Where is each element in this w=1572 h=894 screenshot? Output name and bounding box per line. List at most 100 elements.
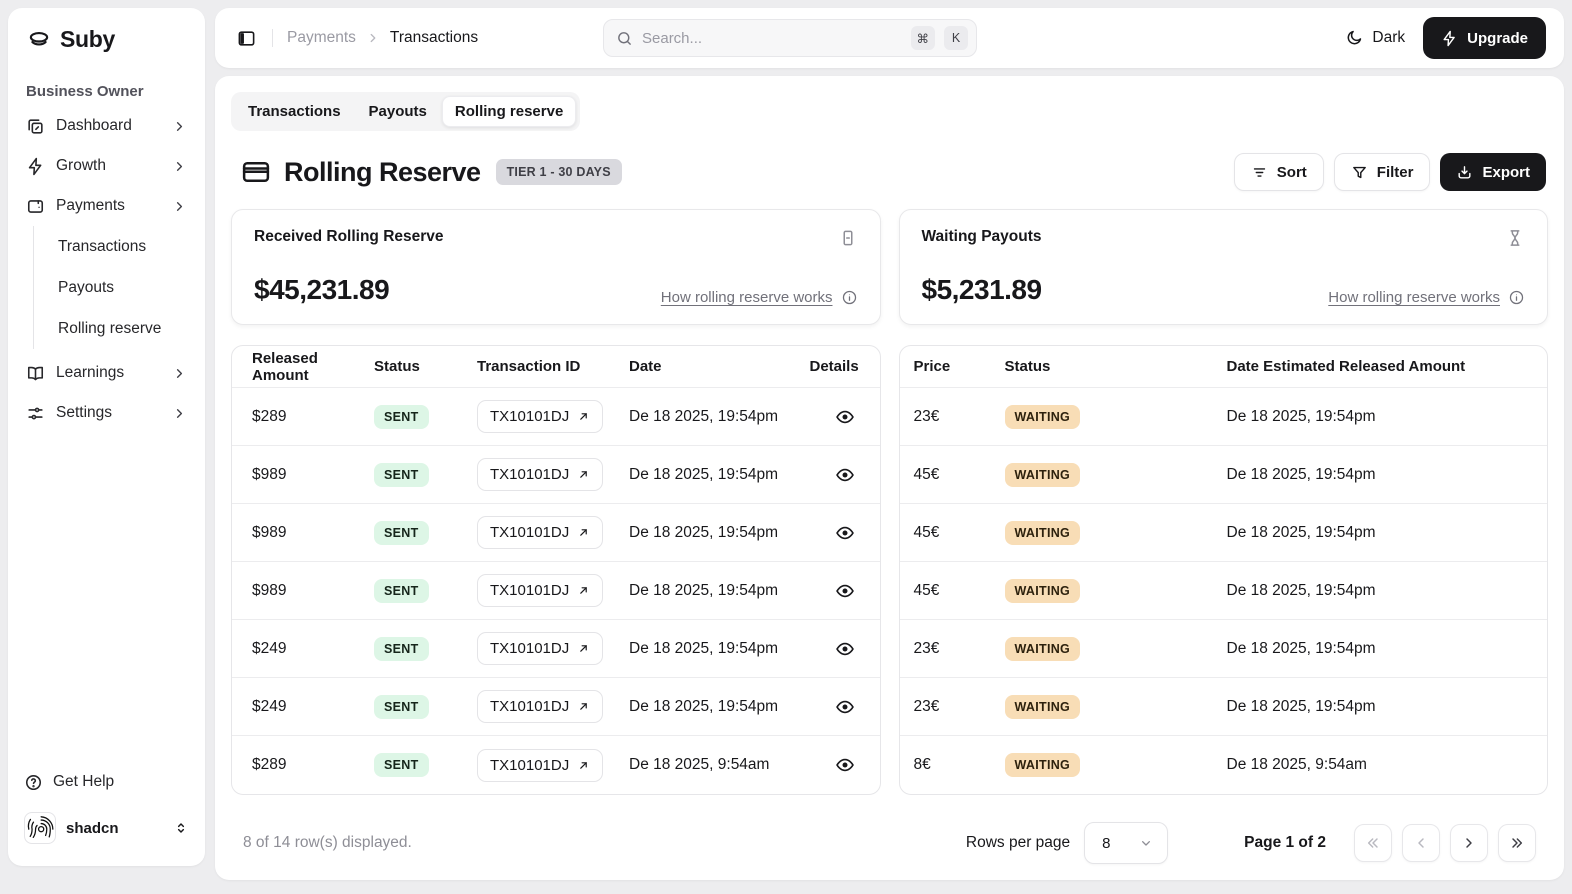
released-amount-cell: $289 — [252, 407, 287, 425]
info-icon[interactable] — [841, 289, 858, 306]
user-menu[interactable]: shadcn — [24, 806, 189, 850]
sidebar-nav: Dashboard Growth Payments Transactions P… — [24, 106, 189, 433]
waiting-table-body: 23€ WAITING De 18 2025, 19:54pm 45€ WAITING D… — [899, 388, 1547, 794]
view-details-button[interactable] — [831, 403, 859, 431]
export-button[interactable]: Export — [1440, 153, 1546, 191]
column-header[interactable]: Date Estimated Released Amount — [1227, 358, 1548, 375]
page-header: Rolling Reserve TIER 1 - 30 DAYS Sort Fi… — [241, 153, 1546, 191]
column-header[interactable]: Details — [810, 358, 880, 375]
status-badge: SENT — [374, 694, 429, 719]
transaction-id-link[interactable]: TX10101DJ — [477, 458, 604, 491]
dashboard-icon — [26, 117, 45, 136]
last-page-button[interactable] — [1498, 824, 1536, 862]
status-badge: WAITING — [1004, 636, 1081, 661]
sidebar-item-label: Settings — [56, 404, 113, 421]
search-icon — [616, 30, 633, 47]
arrow-up-right-icon — [577, 468, 590, 481]
released-amount-table: Released Amount Status Transaction ID Da… — [231, 345, 881, 795]
price-cell: 45€ — [913, 523, 940, 541]
date-cell: De 18 2025, 19:54pm — [1226, 697, 1376, 715]
payments-subnav: Transactions Payouts Rolling reserve — [33, 226, 189, 349]
released-table-body: $289 SENT TX10101DJ De 18 2025, 19:54pm $989… — [232, 388, 880, 794]
status-badge: SENT — [374, 753, 429, 777]
brand-logo[interactable]: Suby — [24, 26, 189, 53]
previous-page-button[interactable] — [1402, 824, 1440, 862]
sidebar-toggle-button[interactable] — [233, 25, 260, 52]
tab-rolling-reserve[interactable]: Rolling reserve — [441, 96, 577, 127]
transaction-id-link[interactable]: TX10101DJ — [477, 690, 604, 723]
sidebar-item-settings[interactable]: Settings — [24, 393, 189, 433]
sidebar-item-label: Dashboard — [56, 117, 132, 134]
date-cell: De 18 2025, 19:54pm — [629, 639, 779, 657]
arrow-up-right-icon — [577, 410, 590, 423]
how-rolling-reserve-works-link[interactable]: How rolling reserve works — [1328, 289, 1500, 306]
sidebar-item-growth[interactable]: Growth — [24, 146, 189, 186]
eye-icon — [835, 581, 855, 601]
filter-label: Filter — [1376, 163, 1414, 181]
chevron-right-icon — [172, 406, 187, 421]
chevron-left-icon — [1413, 835, 1429, 851]
sort-button[interactable]: Sort — [1233, 153, 1324, 191]
sidebar: Suby Business Owner Dashboard Growth Pay… — [8, 8, 205, 866]
search-box[interactable]: ⌘ K — [603, 19, 977, 57]
first-page-button[interactable] — [1354, 824, 1392, 862]
column-header[interactable]: Date — [629, 358, 810, 375]
transaction-id-link[interactable]: TX10101DJ — [477, 748, 604, 782]
sidebar-item-payouts[interactable]: Payouts — [58, 267, 189, 308]
sidebar-item-dashboard[interactable]: Dashboard — [24, 106, 189, 146]
upgrade-button[interactable]: Upgrade — [1423, 17, 1546, 59]
view-details-button[interactable] — [831, 751, 859, 779]
date-cell: De 18 2025, 19:54pm — [629, 465, 779, 483]
released-amount-cell: $249 — [252, 639, 287, 657]
theme-toggle-button[interactable]: Dark — [1345, 29, 1405, 47]
transaction-id-link[interactable]: TX10101DJ — [477, 516, 604, 549]
status-badge: WAITING — [1004, 694, 1081, 719]
released-amount-cell: $249 — [252, 697, 287, 715]
column-header[interactable]: Status — [1005, 358, 1227, 375]
transaction-id-link[interactable]: TX10101DJ — [477, 400, 604, 433]
sidebar-item-learnings[interactable]: Learnings — [24, 353, 189, 393]
summary-card-amount: $5,231.89 — [921, 274, 1043, 305]
column-header[interactable]: Status — [374, 358, 477, 375]
view-details-button[interactable] — [831, 693, 859, 721]
rows-per-page-select[interactable]: 8 — [1084, 822, 1169, 864]
brand-name: Suby — [60, 26, 116, 52]
sidebar-item-payments[interactable]: Payments — [24, 186, 189, 226]
filter-button[interactable]: Filter — [1333, 153, 1431, 191]
view-details-button[interactable] — [831, 577, 859, 605]
theme-toggle-label: Dark — [1372, 29, 1406, 46]
view-details-button[interactable] — [831, 635, 859, 663]
arrow-up-right-icon — [577, 526, 590, 539]
info-icon[interactable] — [1508, 289, 1525, 306]
tab-transactions[interactable]: Transactions — [235, 96, 354, 127]
sidebar-item-transactions[interactable]: Transactions — [58, 226, 189, 267]
view-details-button[interactable] — [831, 519, 859, 547]
status-badge: WAITING — [1004, 520, 1081, 545]
table-header-row: Released Amount Status Transaction ID Da… — [232, 346, 880, 388]
sidebar-item-rolling-reserve[interactable]: Rolling reserve — [58, 308, 189, 349]
search-input[interactable] — [642, 29, 902, 47]
breadcrumb-parent[interactable]: Payments — [287, 29, 356, 47]
get-help-button[interactable]: Get Help — [24, 764, 189, 800]
tab-payouts[interactable]: Payouts — [356, 96, 440, 127]
transaction-id-link[interactable]: TX10101DJ — [477, 574, 604, 607]
main-column: Payments Transactions ⌘ K — [215, 8, 1564, 886]
price-cell: 45€ — [913, 581, 940, 599]
next-page-button[interactable] — [1450, 824, 1488, 862]
column-header[interactable]: Released Amount — [232, 350, 374, 384]
status-badge: SENT — [374, 404, 429, 429]
column-header[interactable]: Price — [900, 358, 1005, 375]
credit-card-icon — [241, 157, 271, 187]
transaction-id-link[interactable]: TX10101DJ — [477, 632, 604, 665]
page-content: Transactions Payouts Rolling reserve Rol… — [215, 76, 1564, 880]
table-row: 23€ WAITING De 18 2025, 19:54pm — [899, 388, 1547, 446]
tab-bar: Transactions Payouts Rolling reserve — [231, 92, 581, 131]
status-badge: WAITING — [1004, 462, 1081, 487]
price-cell: 8€ — [913, 756, 931, 773]
view-details-button[interactable] — [831, 461, 859, 489]
chevron-right-icon — [172, 199, 187, 214]
how-rolling-reserve-works-link[interactable]: How rolling reserve works — [661, 289, 833, 306]
arrow-up-right-icon — [577, 584, 590, 597]
table-row: $289 SENT TX10101DJ De 18 2025, 19:54pm — [232, 388, 880, 446]
column-header[interactable]: Transaction ID — [477, 358, 629, 375]
